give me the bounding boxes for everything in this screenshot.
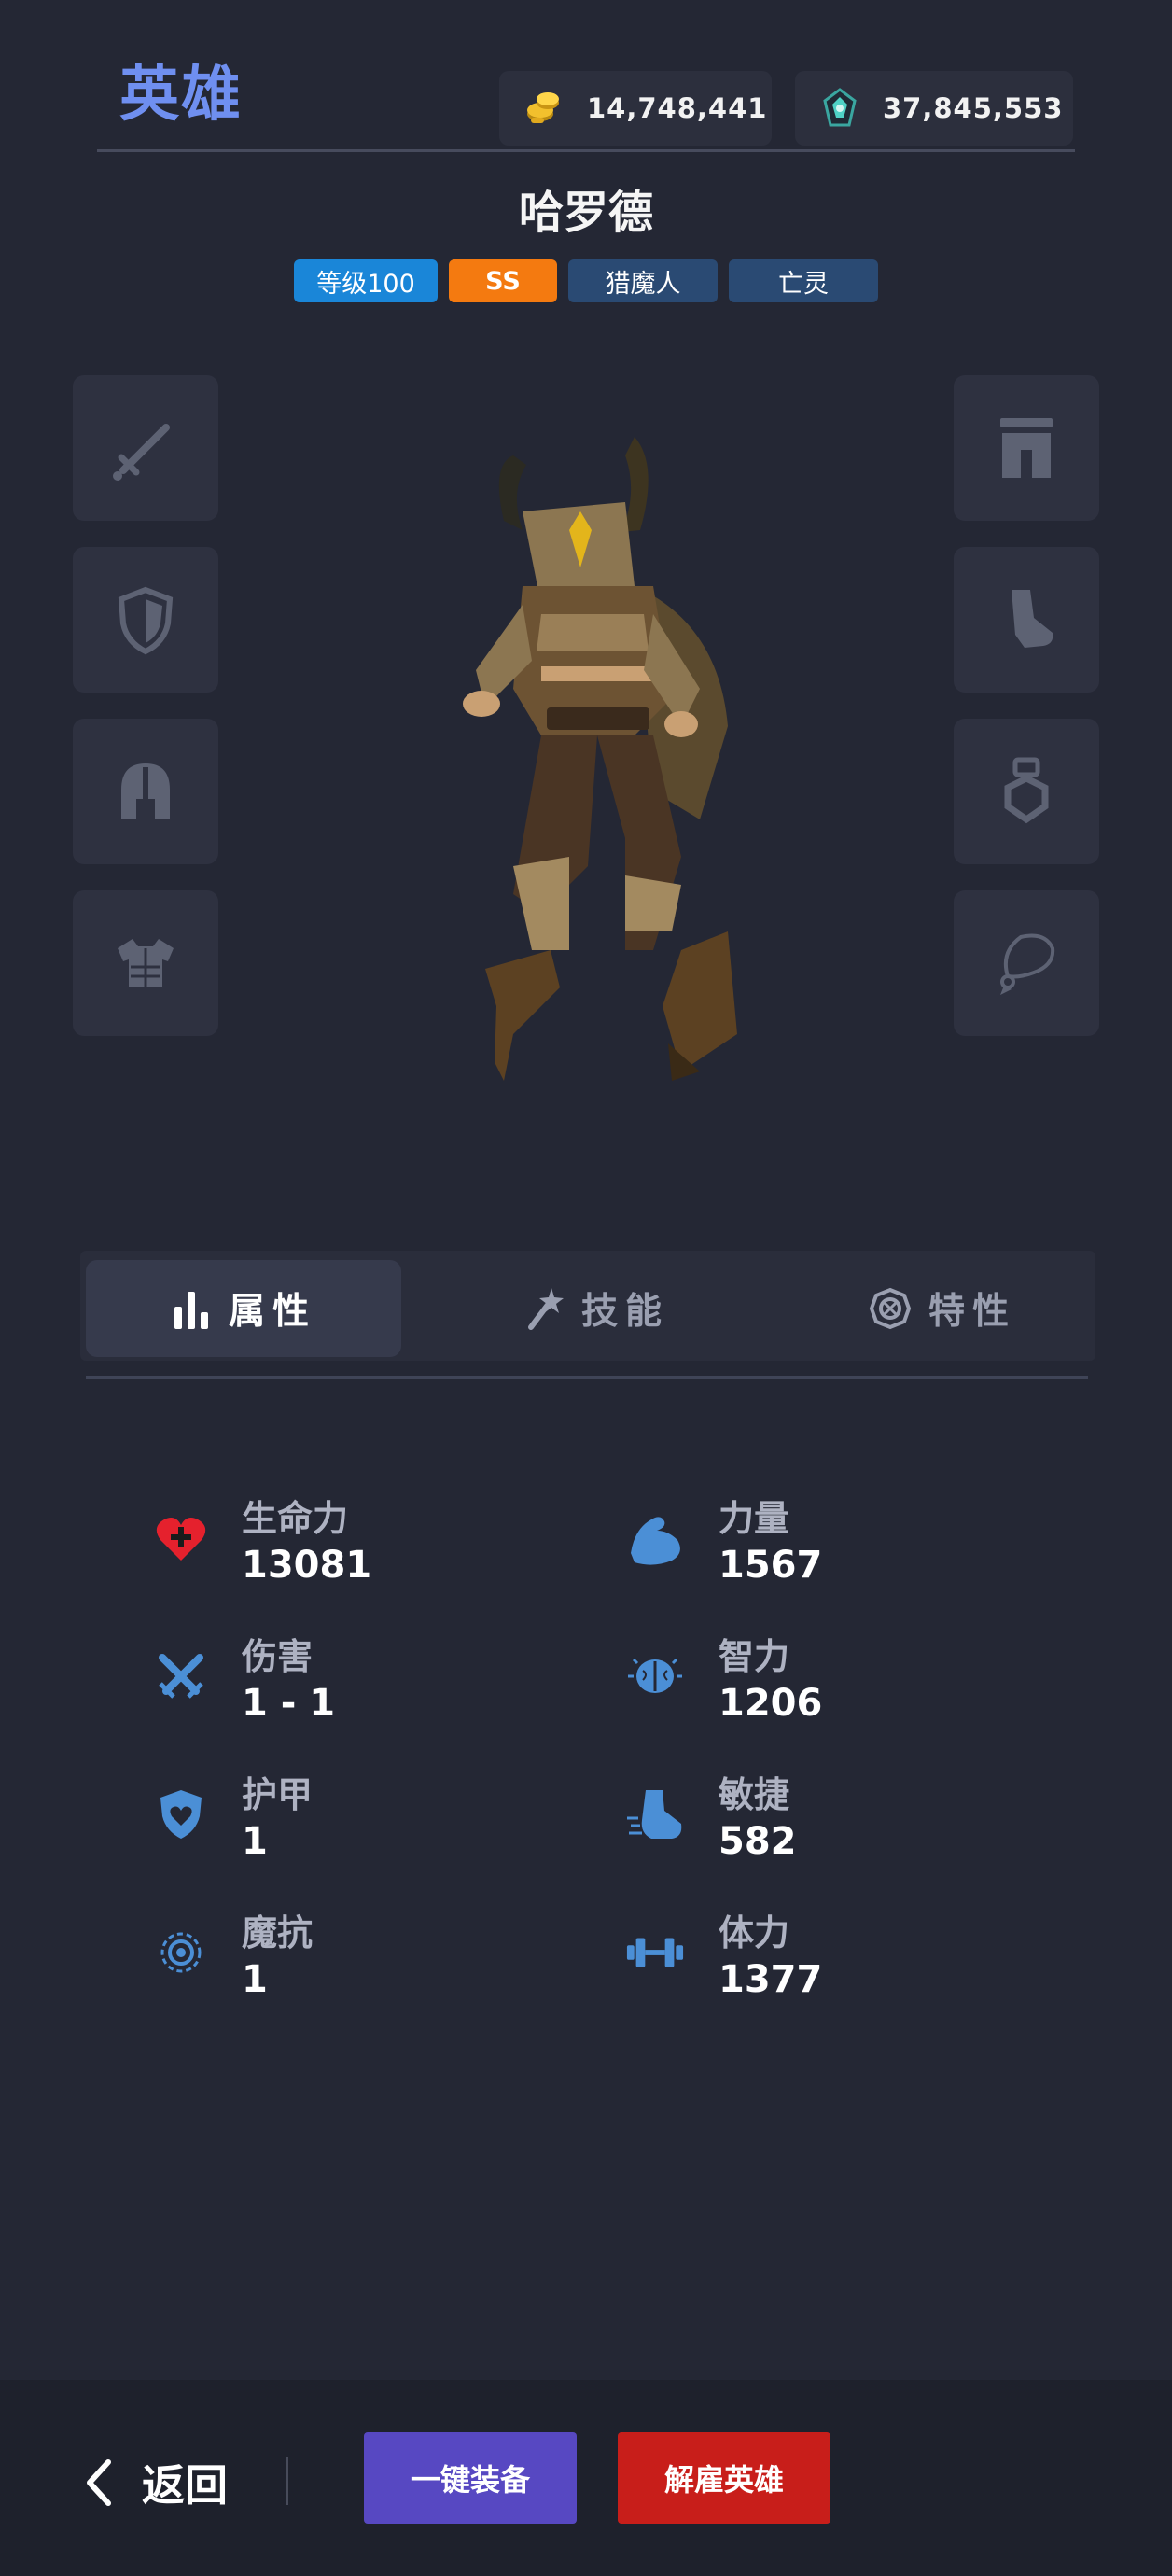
- sword-icon: [113, 424, 170, 481]
- chevron-left-icon: [87, 2459, 111, 2506]
- stat-armor-label: 护甲: [242, 1774, 314, 1815]
- helmet-slot[interactable]: [73, 719, 218, 864]
- race-tag: 亡灵: [729, 259, 878, 302]
- tab-skills-label: 技能: [580, 1291, 669, 1333]
- stat-armor-value: 1: [242, 1820, 268, 1863]
- back-button[interactable]: 返回: [82, 2445, 228, 2520]
- boot-icon: [1012, 590, 1053, 648]
- tab-attributes[interactable]: 属性: [86, 1260, 401, 1357]
- shield-slot[interactable]: [73, 547, 218, 693]
- stat-stamina-value: 1377: [719, 1958, 823, 2001]
- tab-divider: [86, 1376, 1088, 1379]
- bar-chart-icon: [174, 1292, 208, 1329]
- ring-slot[interactable]: [954, 719, 1099, 864]
- pants-icon: [1000, 418, 1053, 478]
- shield-icon: [118, 586, 174, 655]
- stat-intelligence-value: 1206: [719, 1682, 823, 1725]
- gold-amount: 14,748,441: [587, 92, 768, 124]
- ring-icon: [1004, 757, 1049, 824]
- stat-strength-label: 力量: [719, 1498, 790, 1539]
- footer-separator: [286, 2457, 288, 2505]
- stat-stamina-label: 体力: [719, 1912, 790, 1953]
- muscle-icon: [625, 1508, 685, 1568]
- stat-strength-value: 1567: [719, 1544, 823, 1587]
- stat-agility-value: 582: [719, 1820, 797, 1863]
- brain-icon: [625, 1646, 685, 1706]
- tab-traits-label: 特性: [928, 1291, 1016, 1333]
- stat-agility-label: 敏捷: [719, 1774, 790, 1815]
- running-shoe-icon: [625, 1785, 685, 1844]
- legs-slot[interactable]: [954, 375, 1099, 521]
- dumbbell-icon: [625, 1923, 685, 1982]
- gem-amount: 37,845,553: [883, 92, 1064, 124]
- gem-icon: [817, 86, 862, 131]
- level-tag: 等级100: [294, 259, 438, 302]
- necklace-slot[interactable]: [954, 890, 1099, 1036]
- hero-name: 哈罗德: [518, 187, 653, 239]
- dismiss-hero-button[interactable]: 解雇英雄: [618, 2432, 830, 2524]
- magic-wand-icon: [527, 1288, 564, 1330]
- necklace-icon: [1000, 933, 1055, 995]
- hero-tags: 等级100 SS 猎魔人 亡灵: [0, 259, 1172, 302]
- dismiss-hero-label: 解雇英雄: [663, 2462, 784, 2498]
- crossed-swords-icon: [151, 1646, 211, 1706]
- stat-damage-value: 1 - 1: [242, 1682, 336, 1725]
- auto-equip-label: 一键装备: [410, 2462, 530, 2498]
- stat-vitality-label: 生命力: [242, 1498, 349, 1539]
- gold-coins-icon: [522, 86, 566, 131]
- armor-icon: [118, 939, 174, 987]
- tab-traits[interactable]: 特性: [789, 1260, 1095, 1357]
- weapon-slot[interactable]: [73, 375, 218, 521]
- shield-heart-icon: [151, 1785, 211, 1844]
- back-label: 返回: [142, 2460, 228, 2511]
- header-divider: [97, 149, 1075, 152]
- stat-vitality-value: 13081: [242, 1544, 372, 1587]
- stat-intelligence-label: 智力: [719, 1636, 790, 1677]
- stat-damage-label: 伤害: [242, 1636, 314, 1677]
- gem-counter: 37,845,553: [795, 71, 1073, 146]
- stat-magic-resist-label: 魔抗: [242, 1912, 314, 1953]
- magic-swirl-icon: [151, 1923, 211, 1982]
- trait-badge-icon: [869, 1287, 912, 1330]
- hero-portrait: [448, 427, 746, 1081]
- heart-plus-icon: [151, 1508, 211, 1568]
- helmet-icon: [121, 763, 170, 819]
- class-tag: 猎魔人: [568, 259, 718, 302]
- boots-slot[interactable]: [954, 547, 1099, 693]
- gold-counter: 14,748,441: [499, 71, 772, 146]
- auto-equip-button[interactable]: 一键装备: [364, 2432, 577, 2524]
- page-title: 英雄: [119, 61, 243, 130]
- rank-tag: SS: [449, 259, 557, 302]
- tab-skills[interactable]: 技能: [439, 1260, 754, 1357]
- armor-slot[interactable]: [73, 890, 218, 1036]
- stat-magic-resist-value: 1: [242, 1958, 268, 2001]
- tab-attributes-label: 属性: [228, 1291, 316, 1333]
